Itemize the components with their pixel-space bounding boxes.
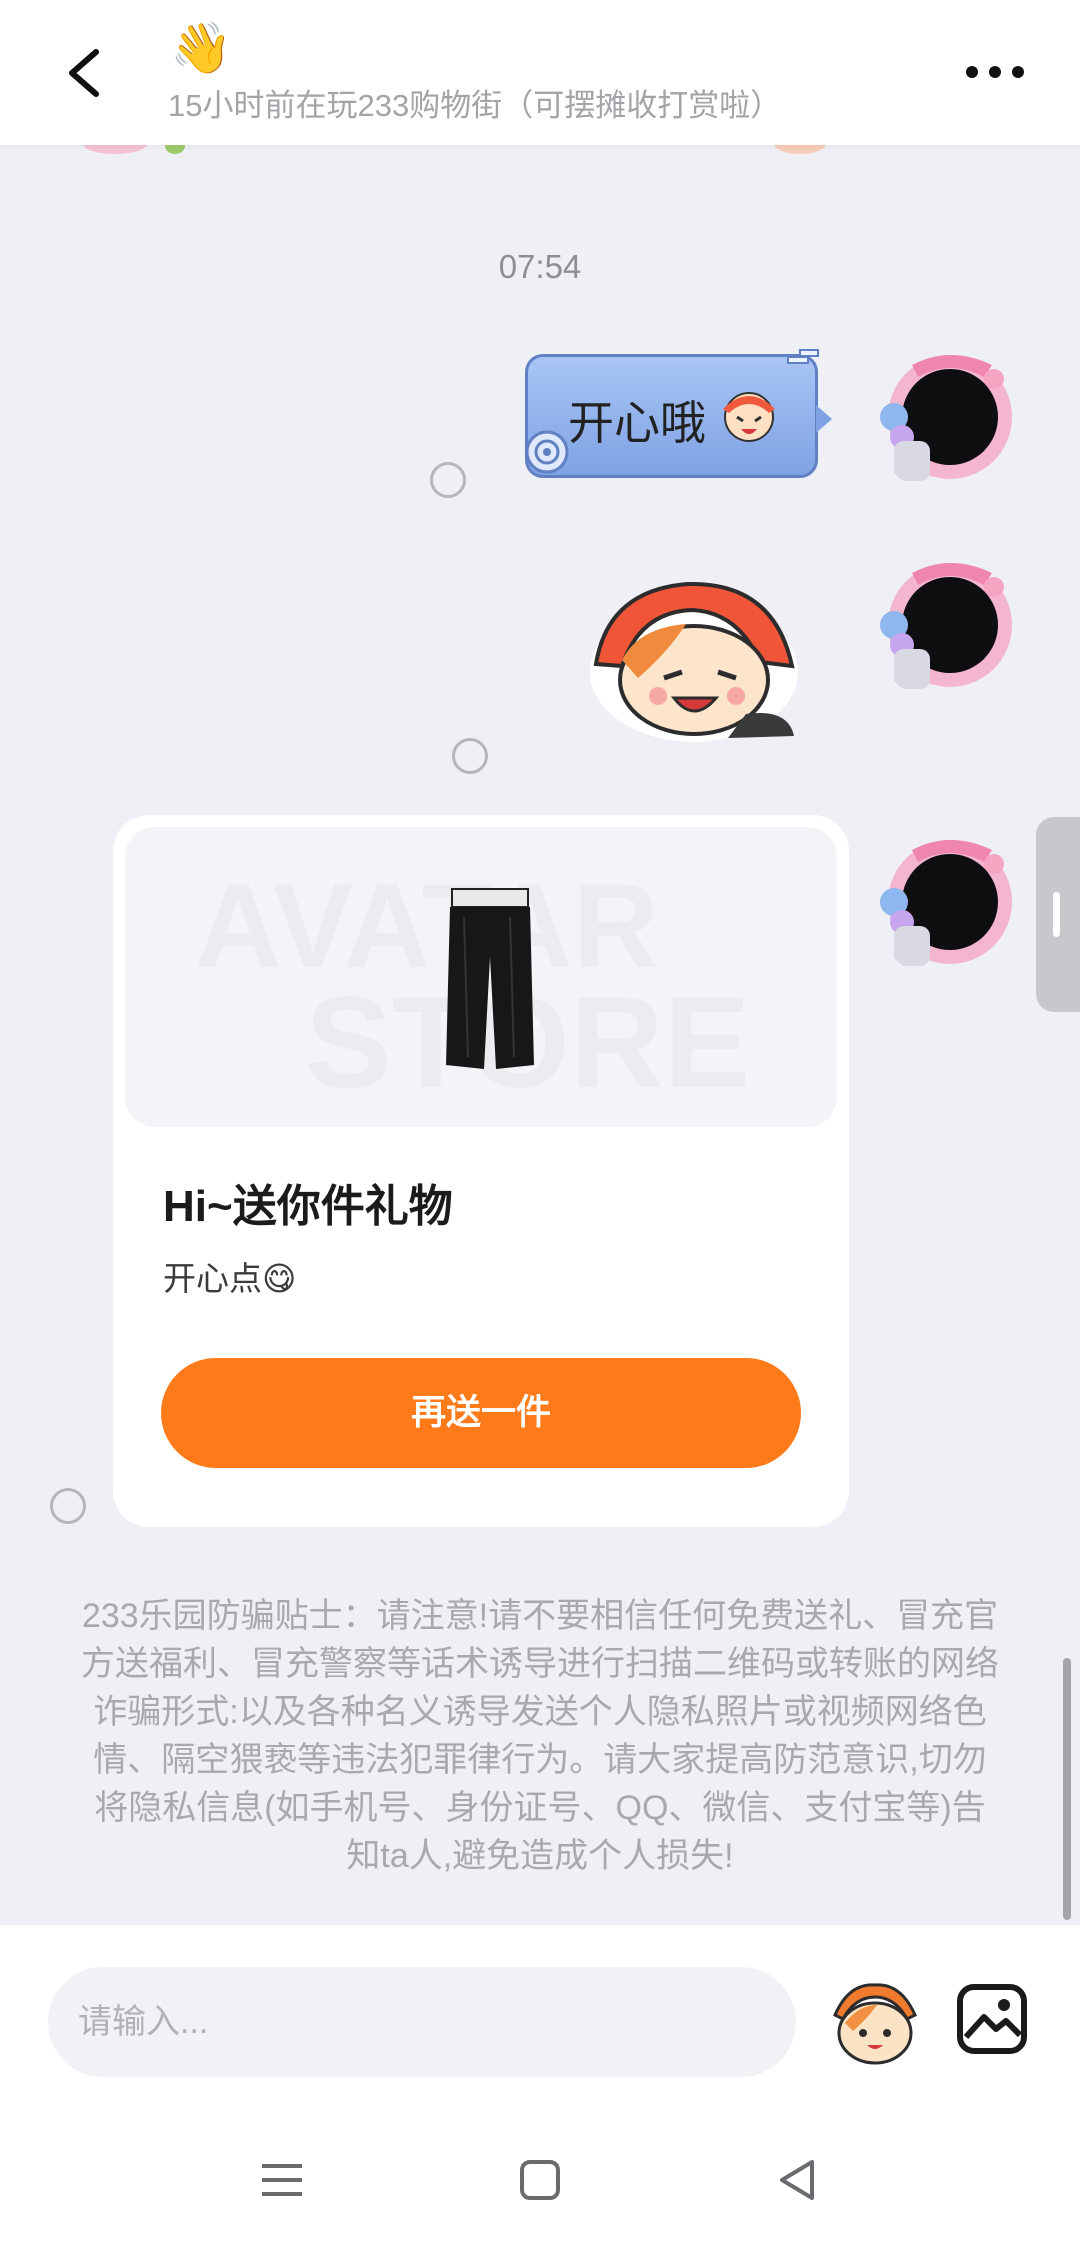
- swirl-decoration-icon: [525, 430, 569, 474]
- waving-hand-emoji: 👋: [170, 20, 233, 76]
- menu-icon[interactable]: [252, 2150, 312, 2210]
- pants-item-image: [446, 888, 534, 1069]
- text-message-bubble[interactable]: 开心哦: [525, 349, 819, 478]
- message-input[interactable]: [48, 1967, 796, 2077]
- message-status-indicator: [50, 1488, 86, 1524]
- handle-grip: [1053, 892, 1060, 937]
- gift-image: AVATAR STORE: [125, 827, 837, 1127]
- anti-fraud-notice: 233乐园防骗贴士：请注意!请不要相信任何免费送礼、冒充官方送福利、冒充警察等话…: [81, 1597, 999, 1875]
- sparkle-decoration-icon: [787, 349, 819, 364]
- message-status-indicator: [452, 738, 488, 774]
- top-bar: 👋 15小时前在玩233购物街（可摆摊收打赏啦）: [0, 0, 1080, 145]
- message-status-indicator: [430, 462, 466, 498]
- user-avatar[interactable]: [872, 345, 1022, 495]
- image-icon[interactable]: [956, 1983, 1028, 2055]
- back-button[interactable]: [50, 38, 120, 108]
- more-options-button[interactable]: [960, 50, 1030, 94]
- scrollbar[interactable]: [1063, 1658, 1071, 1920]
- gift-card[interactable]: AVATAR STORE Hi~送你件礼物 开心点😋 再送一件: [113, 815, 849, 1527]
- cartoon-face-icon: [723, 392, 775, 442]
- message-text: 开心哦: [568, 397, 706, 449]
- square-home-icon[interactable]: [510, 2150, 570, 2210]
- bubble-tail: [816, 405, 832, 433]
- send-again-button[interactable]: 再送一件: [161, 1358, 801, 1468]
- gift-message: 开心点😋: [163, 1260, 297, 1297]
- user-avatar[interactable]: [872, 830, 1022, 980]
- emoji-mascot-icon[interactable]: [827, 1975, 923, 2071]
- user-avatar[interactable]: [872, 553, 1022, 703]
- contact-status: 15小时前在玩233购物街（可摆摊收打赏啦）: [168, 88, 782, 123]
- gift-title: Hi~送你件礼物: [163, 1182, 453, 1231]
- message-timestamp: 07:54: [498, 248, 582, 285]
- triangle-back-icon[interactable]: [768, 2150, 828, 2210]
- side-drawer-handle[interactable]: [1036, 817, 1080, 1012]
- cartoon-character-sticker[interactable]: [578, 568, 808, 748]
